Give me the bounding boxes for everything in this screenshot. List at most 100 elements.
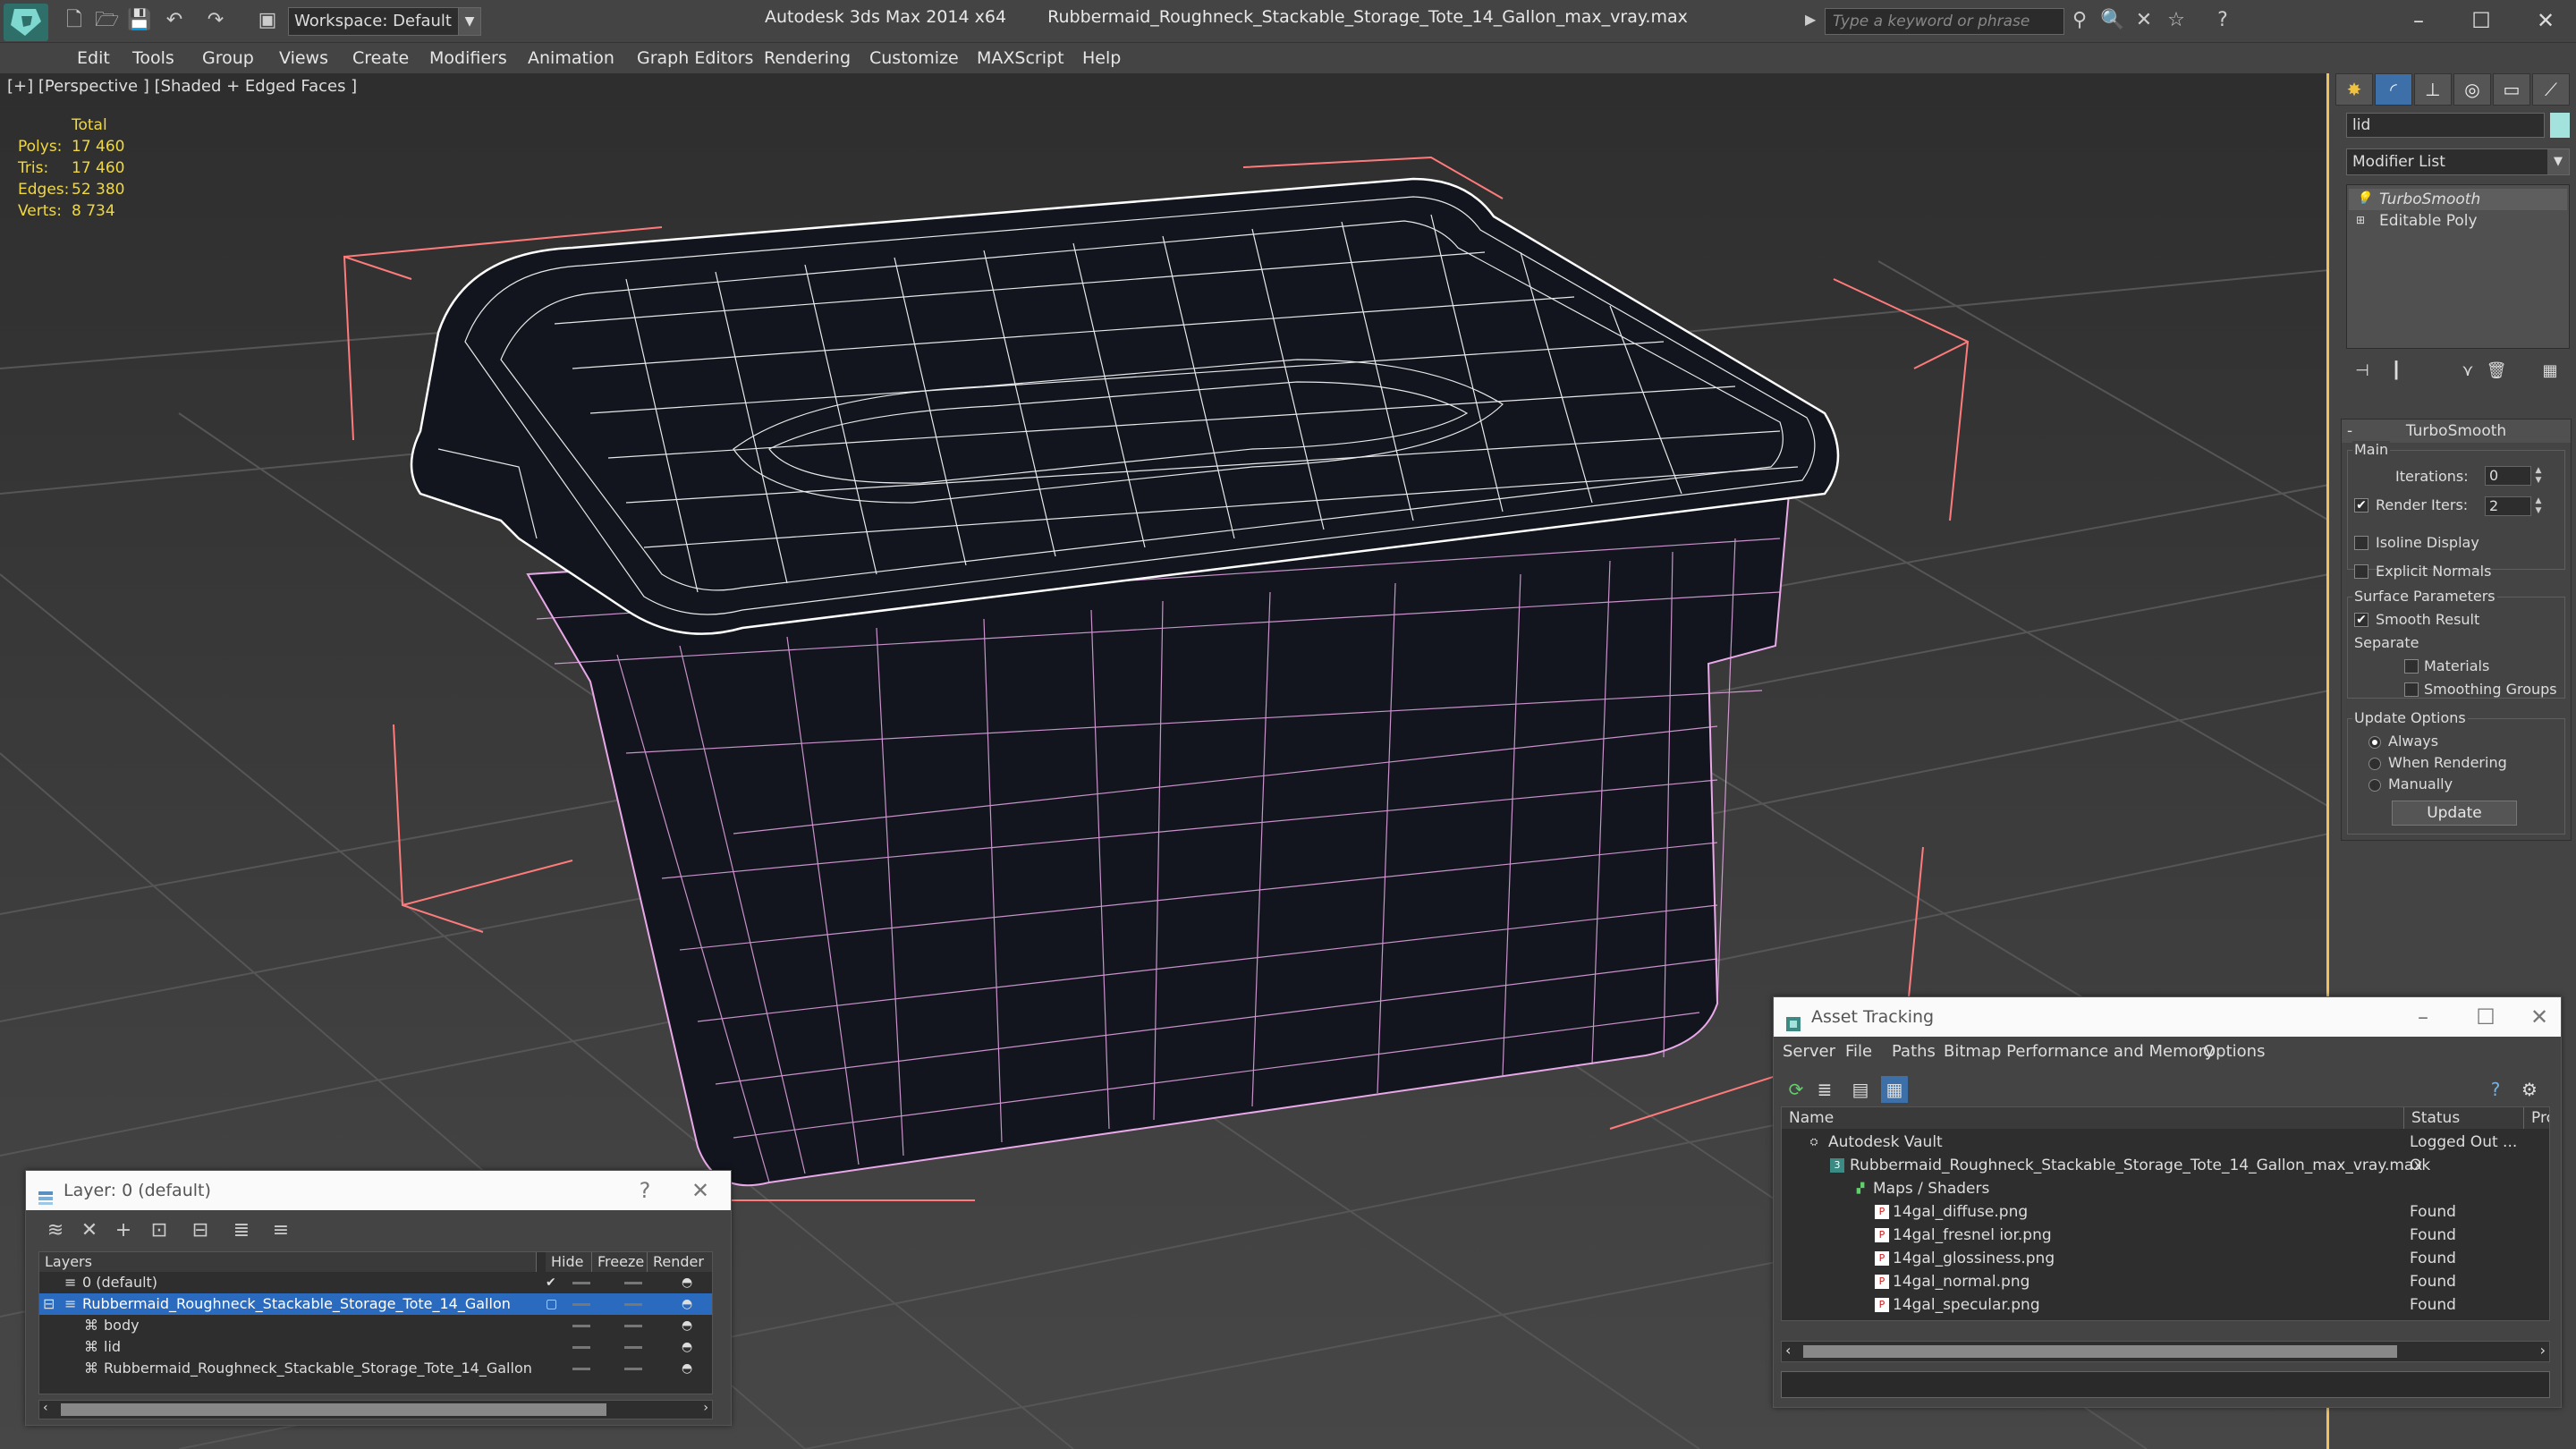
materials-checkbox[interactable]: [2404, 659, 2419, 674]
scroll-right-icon[interactable]: ›: [2540, 1342, 2546, 1359]
menu-group[interactable]: Group: [199, 43, 258, 73]
menu-maxscript[interactable]: MAXScript: [973, 43, 1068, 73]
delete-layer-icon[interactable]: ✕: [76, 1217, 103, 1244]
horizontal-scrollbar[interactable]: ‹ ›: [38, 1400, 713, 1419]
chevron-down-icon[interactable]: ▼: [2547, 149, 2569, 174]
horizontal-scrollbar[interactable]: ‹ ›: [1781, 1341, 2550, 1362]
menu-rendering[interactable]: Rendering: [760, 43, 854, 73]
help-icon[interactable]: ?: [2482, 1076, 2509, 1103]
highlight-selected-icon[interactable]: ⊟: [187, 1217, 214, 1244]
smooth-result-checkbox[interactable]: ✔: [2354, 613, 2368, 627]
render-iters-checkbox[interactable]: ✔: [2354, 498, 2368, 513]
asset-menu-paths[interactable]: Paths: [1892, 1042, 1936, 1061]
asset-row[interactable]: 3 Rubbermaid_Roughneck_Stackable_Storage…: [1782, 1154, 2549, 1177]
lightbulb-icon[interactable]: 💡: [2356, 192, 2371, 205]
expand-minus-icon[interactable]: ⊟: [43, 1293, 55, 1315]
pin-stack-icon[interactable]: ⊣: [2346, 358, 2378, 385]
configure-sets-icon[interactable]: ▦: [2534, 358, 2566, 385]
layer-row[interactable]: ⌘ Rubbermaid_Roughneck_Stackable_Storage…: [39, 1358, 712, 1379]
spinner-arrows-icon[interactable]: ▲ ▼: [2533, 496, 2544, 516]
caret-right-icon[interactable]: ▶: [1805, 11, 1816, 28]
layer-window-titlebar[interactable]: Layer: 0 (default): [26, 1171, 731, 1210]
thumbnail-view-icon[interactable]: ▤: [1847, 1076, 1874, 1103]
teapot-icon[interactable]: ◓: [682, 1272, 692, 1293]
redo-icon[interactable]: ↷: [204, 9, 227, 32]
layer-row[interactable]: ⊟ ≡ Rubbermaid_Roughneck_Stackable_Stora…: [39, 1293, 712, 1315]
teapot-icon[interactable]: ◓: [682, 1336, 692, 1358]
layer-row[interactable]: ⌘ lid ◓: [39, 1336, 712, 1358]
hierarchy-tab-icon[interactable]: ⊥: [2414, 73, 2452, 106]
collapse-icon[interactable]: -: [2347, 419, 2352, 443]
menu-help[interactable]: Help: [1079, 43, 1124, 73]
asset-menu-bitmap-performance[interactable]: Bitmap Performance and Memory: [1944, 1042, 2215, 1061]
stack-item-turbosmooth[interactable]: 💡 TurboSmooth: [2349, 189, 2567, 210]
menu-animation[interactable]: Animation: [524, 43, 618, 73]
layer-row[interactable]: ⌘ body ◓: [39, 1315, 712, 1336]
active-check-icon[interactable]: ✔: [546, 1272, 556, 1293]
layer-row[interactable]: ≡ 0 (default) ✔ ◓: [39, 1272, 712, 1293]
asset-row[interactable]: P 14gal_fresnel ior.png Found: [1782, 1224, 2549, 1247]
scroll-left-icon[interactable]: ‹: [43, 1401, 48, 1415]
asset-row[interactable]: ⛭ Autodesk Vault Logged Out ...: [1782, 1131, 2549, 1154]
open-file-icon[interactable]: 🗁: [95, 9, 119, 32]
teapot-icon[interactable]: ◓: [682, 1315, 692, 1336]
close-icon[interactable]: ✕: [2521, 997, 2557, 1037]
motion-tab-icon[interactable]: ◎: [2453, 73, 2491, 106]
asset-menu-options[interactable]: Options: [2203, 1042, 2265, 1061]
asset-window-titlebar[interactable]: Asset Tracking: [1774, 997, 2561, 1037]
settings-icon[interactable]: ⚙: [2516, 1076, 2543, 1103]
asset-path-field[interactable]: [1781, 1371, 2550, 1398]
update-button[interactable]: Update: [2392, 801, 2517, 826]
isoline-display-checkbox[interactable]: [2354, 536, 2368, 550]
create-tab-icon[interactable]: ✸: [2335, 73, 2373, 106]
col-pro[interactable]: Pro: [2524, 1107, 2549, 1129]
modifier-list-dropdown[interactable]: Modifier List ▼: [2346, 148, 2570, 175]
hide-all-icon[interactable]: ≣: [228, 1217, 255, 1244]
list-view-icon[interactable]: ≣: [1811, 1076, 1838, 1103]
project-folder-icon[interactable]: ▣: [256, 9, 279, 32]
close-icon[interactable]: ✕: [2519, 4, 2572, 38]
rollout-header[interactable]: - TurboSmooth: [2342, 419, 2571, 443]
scroll-thumb[interactable]: [1803, 1345, 2397, 1358]
menu-tools[interactable]: Tools: [129, 43, 178, 73]
menu-customize[interactable]: Customize: [866, 43, 962, 73]
help-icon[interactable]: ?: [627, 1171, 663, 1210]
col-layers[interactable]: Layers: [39, 1252, 537, 1272]
scroll-left-icon[interactable]: ‹: [1785, 1342, 1791, 1359]
modify-tab-icon[interactable]: ◜: [2375, 73, 2412, 106]
asset-row[interactable]: P 14gal_normal.png Found: [1782, 1270, 2549, 1293]
close-icon[interactable]: ✕: [682, 1171, 718, 1210]
expand-plus-icon[interactable]: ⊞: [2356, 214, 2368, 226]
star-icon[interactable]: ☆: [2165, 9, 2188, 32]
save-file-icon[interactable]: 💾: [127, 9, 151, 32]
select-objects-icon[interactable]: ⊡: [146, 1217, 173, 1244]
table-view-icon[interactable]: ▦: [1881, 1076, 1908, 1103]
when-rendering-radio[interactable]: [2368, 758, 2381, 770]
menu-create[interactable]: Create: [349, 43, 412, 73]
app-logo-icon[interactable]: [4, 4, 48, 41]
maximize-icon[interactable]: ☐: [2454, 4, 2508, 38]
utilities-tab-icon[interactable]: ⟋: [2532, 73, 2570, 106]
make-unique-icon[interactable]: ⋎: [2452, 358, 2484, 385]
render-iters-spinner[interactable]: 2: [2485, 496, 2531, 516]
col-status[interactable]: Status: [2404, 1107, 2524, 1129]
refresh-icon[interactable]: ⟳: [1783, 1076, 1809, 1103]
display-tab-icon[interactable]: ▭: [2493, 73, 2530, 106]
teapot-icon[interactable]: ◓: [682, 1293, 692, 1315]
scroll-thumb[interactable]: [61, 1403, 606, 1416]
col-freeze[interactable]: Freeze: [592, 1252, 648, 1272]
col-hide[interactable]: Hide: [546, 1252, 592, 1272]
minimize-icon[interactable]: –: [2405, 997, 2441, 1037]
maximize-icon[interactable]: ☐: [2468, 997, 2504, 1037]
minimize-icon[interactable]: –: [2392, 4, 2445, 38]
asset-row[interactable]: P 14gal_diffuse.png Found: [1782, 1200, 2549, 1224]
help-icon[interactable]: ?: [2211, 9, 2234, 32]
remove-modifier-icon[interactable]: 🗑: [2480, 358, 2512, 385]
teapot-icon[interactable]: ◓: [682, 1358, 692, 1379]
search-icon[interactable]: 🔍: [2100, 9, 2124, 32]
binoculars-icon[interactable]: ⚲: [2068, 9, 2091, 32]
menu-modifiers[interactable]: Modifiers: [426, 43, 511, 73]
smoothing-groups-checkbox[interactable]: [2404, 682, 2419, 697]
workspace-dropdown[interactable]: Workspace: Default: [288, 7, 481, 36]
col-render[interactable]: Render: [648, 1252, 712, 1272]
